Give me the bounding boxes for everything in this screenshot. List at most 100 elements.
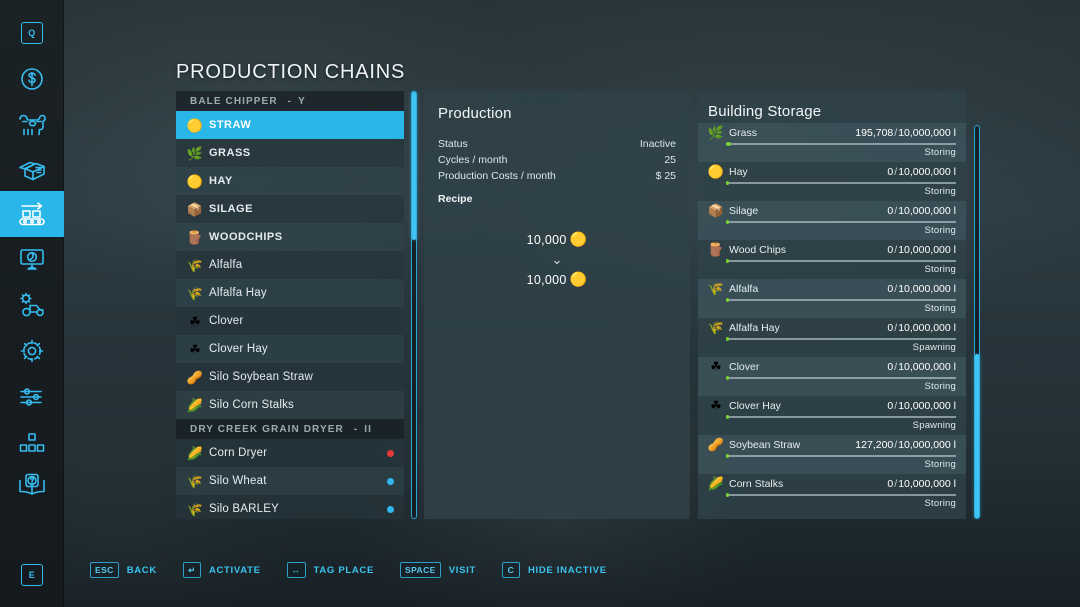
main-sidebar: Q E [0,0,64,607]
soybean-straw-icon: 🥜 [707,436,725,452]
recipe-output-icon: 🟡 [569,271,588,287]
storage-progress-fill [726,376,729,380]
sidebar-item-production[interactable] [0,191,64,237]
list-item[interactable]: 🌾 Alfalfa [176,251,404,279]
shortcut-tag-place[interactable]: ↔ TAG PLACE [286,562,374,578]
storage-row[interactable]: 🪵 Wood Chips 0/10,000,000 l Storing [698,240,966,279]
recipe-diagram: 10,000 🟡 ⌄ 10,000 🟡 [424,231,690,288]
storage-progress-fill [726,337,729,341]
storage-progress-bar [726,142,956,146]
sidebar-item-settings[interactable] [0,328,64,374]
list-item[interactable]: 🌾 Silo BARLEY [176,495,404,519]
storage-separator: / [894,477,898,490]
storage-progress-bar [726,259,956,263]
storage-capacity: 10,000,000 l [898,399,956,412]
sidebar-item-animals[interactable] [0,102,64,148]
storage-progress-fill [726,259,729,263]
shortcut-label: BACK [126,564,157,576]
storage-item-name: Silage [729,204,759,217]
storage-progress-bar [726,337,956,341]
group-header-dry-creek-grain-dryer: DRY CREEK GRAIN DRYER - II [176,419,404,439]
list-scrollbar-thumb[interactable] [412,92,416,240]
list-item[interactable]: 🌽 Corn Dryer [176,439,404,467]
storage-progress-bar [726,454,956,458]
list-item[interactable]: 📦 SILAGE [176,195,404,223]
sidebar-item-game-settings[interactable] [0,374,64,420]
gear-icon [20,339,44,363]
list-item[interactable]: 🌽 Silo Corn Stalks [176,391,404,419]
list-item[interactable]: 🟡 STRAW [176,111,404,139]
sidebar-item-finances[interactable] [0,56,64,102]
clover-hay-icon: ☘ [710,397,722,413]
storage-capacity: 10,000,000 l [898,282,956,295]
list-item[interactable]: ☘ Clover Hay [176,335,404,363]
list-item[interactable]: 🟡 HAY [176,167,404,195]
sidebar-item-contracts[interactable] [0,148,64,194]
storage-row[interactable]: 📦 Silage 0/10,000,000 l Storing [698,201,966,240]
key-arrows: ↔ [286,562,306,578]
shortcut-label: VISIT [448,564,476,576]
storage-capacity: 10,000,000 l [898,243,956,256]
chevron-down-icon: ⌄ [551,252,563,267]
storage-progress-bar [726,181,956,185]
shortcut-activate[interactable]: ↵ ACTIVATE [182,562,261,578]
list-item-label: Corn Dryer [209,447,268,459]
stat-label: Production Costs / month [438,170,556,182]
storage-amount: 0 [887,399,894,412]
shortcut-hide-inactive[interactable]: C HIDE INACTIVE [501,562,607,578]
list-item-label: STRAW [209,119,252,131]
shortcut-back[interactable]: ESC BACK [90,562,157,578]
storage-panel-title: Building Storage [708,103,822,120]
storage-amount: 127,200 [855,438,894,451]
storage-scrollbar-thumb[interactable] [975,354,979,518]
storage-amount: 0 [887,360,894,373]
list-item-label: Alfalfa [209,259,243,271]
storage-item-name: Corn Stalks [729,477,784,490]
list-item[interactable]: 🥜 Silo Soybean Straw [176,363,404,391]
storage-progress-bar [726,220,956,224]
storage-row[interactable]: ☘ Clover 0/10,000,000 l Storing [698,357,966,396]
key-space: SPACE [400,562,441,578]
storage-amount: 0 [887,243,894,256]
storage-capacity: 10,000,000 l [898,438,956,451]
list-item[interactable]: ☘ Clover [176,307,404,335]
storage-item-name: Wood Chips [729,243,787,256]
storage-capacity: 10,000,000 l [898,360,956,373]
storage-row[interactable]: 🌾 Alfalfa Hay 0/10,000,000 l Spawning [698,318,966,357]
sidebar-item-vehicles[interactable] [0,282,64,328]
storage-scrollbar[interactable] [974,125,980,519]
storage-item-name: Clover Hay [729,399,781,412]
silo-wheat-icon: 🌾 [186,473,204,489]
help-book-icon [19,473,45,495]
sidebar-item-quests[interactable]: Q [0,10,64,56]
silo-barley-icon: 🌾 [186,501,204,517]
sidebar-item-statistics[interactable] [0,420,64,466]
sidebar-item-exit[interactable]: E [0,552,64,598]
storage-row[interactable]: 🌾 Alfalfa 0/10,000,000 l Storing [698,279,966,318]
storage-row[interactable]: 🥜 Soybean Straw 127,200/10,000,000 l Stori… [698,435,966,474]
storage-capacity: 10,000,000 l [898,204,956,217]
list-item[interactable]: 🌿 GRASS [176,139,404,167]
list-item-label: Silo Corn Stalks [209,399,295,411]
list-item[interactable]: 🪵 WOODCHIPS [176,223,404,251]
storage-row[interactable]: 🌿 Grass 195,708/10,000,000 l Storing [698,123,966,162]
storage-progress-bar [726,493,956,497]
alfalfa-icon: 🌾 [186,257,204,273]
list-scrollbar[interactable] [411,91,417,519]
corn-dryer-icon: 🌽 [186,445,204,461]
storage-separator: / [894,126,898,139]
shortcut-visit[interactable]: SPACE VISIT [400,562,476,578]
list-item[interactable]: 🌾 Silo Wheat [176,467,404,495]
storage-row[interactable]: 🟡 Hay 0/10,000,000 l Storing [698,162,966,201]
storage-separator: / [894,165,898,178]
shortcut-label: ACTIVATE [208,564,261,576]
sidebar-item-help[interactable] [0,462,64,508]
storage-row[interactable]: 🌽 Corn Stalks 0/10,000,000 l Storing [698,474,966,513]
storage-amount: 0 [887,165,894,178]
building-storage-panel: Building Storage 🌿 Grass 195,708/10,000,00… [698,91,966,519]
production-chain-list[interactable]: BALE CHIPPER - Y 🟡 STRAW 🌿 GRASS 🟡 HAY 📦 SIL… [176,91,404,519]
list-item[interactable]: 🌾 Alfalfa Hay [176,279,404,307]
sidebar-item-map-overview[interactable] [0,236,64,282]
storage-progress-fill [726,220,729,224]
storage-row[interactable]: ☘ Clover Hay 0/10,000,000 l Spawning [698,396,966,435]
